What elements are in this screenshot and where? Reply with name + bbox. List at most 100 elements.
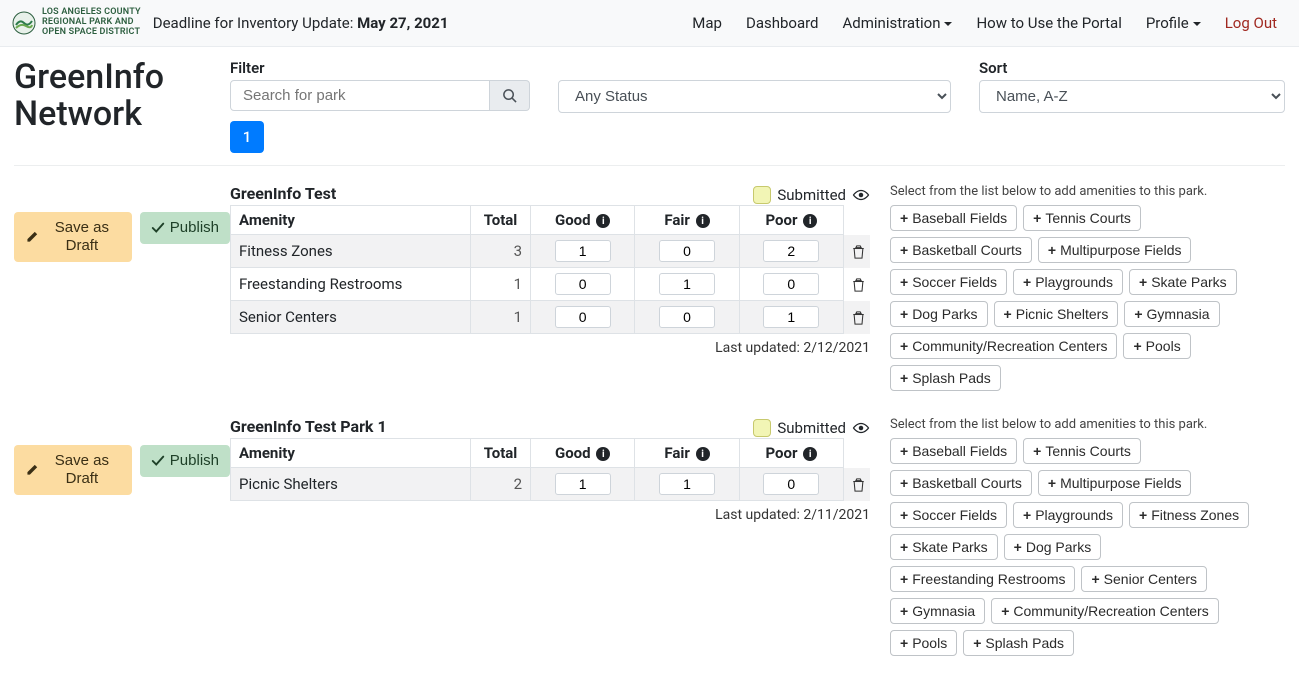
add-amenity-button[interactable]: +Multipurpose Fields <box>1038 237 1192 263</box>
col-good: Good i <box>531 206 635 235</box>
cell-delete <box>844 468 870 501</box>
save-draft-button[interactable]: Save as Draft <box>14 445 132 495</box>
nav-dashboard[interactable]: Dashboard <box>736 8 829 38</box>
add-amenity-button[interactable]: +Baseball Fields <box>890 205 1017 231</box>
add-amenity-button[interactable]: +Gymnasia <box>890 598 985 624</box>
amenity-option-label: Pools <box>912 635 947 651</box>
nav-profile[interactable]: Profile <box>1136 8 1211 38</box>
nav-admin[interactable]: Administration <box>833 8 963 38</box>
park-name: GreenInfo Test <box>230 184 336 203</box>
fair-input[interactable] <box>659 306 715 328</box>
eye-icon[interactable] <box>852 421 870 435</box>
nav-howto[interactable]: How to Use the Portal <box>966 8 1131 38</box>
amenity-option-label: Picnic Shelters <box>1016 306 1109 322</box>
trash-icon[interactable] <box>852 311 865 325</box>
plus-icon: + <box>900 275 908 289</box>
add-amenity-button[interactable]: + Pools <box>890 630 957 656</box>
good-input[interactable] <box>555 273 611 295</box>
add-amenity-button[interactable]: +Soccer Fields <box>890 269 1007 295</box>
amenity-option-label: Basketball Courts <box>912 475 1022 491</box>
add-amenity-button[interactable]: +Community/Recreation Centers <box>890 333 1117 359</box>
add-amenity-button[interactable]: +Community/Recreation Centers <box>991 598 1218 624</box>
pencil-icon <box>25 231 38 244</box>
add-amenity-button[interactable]: +Gymnasia <box>1124 301 1219 327</box>
add-amenity-button[interactable]: +Splash Pads <box>890 365 1001 391</box>
filters-row: GreenInfo Network Filter 1 <box>14 59 1285 166</box>
trash-icon[interactable] <box>852 245 865 259</box>
col-good: Good i <box>531 439 635 468</box>
add-amenity-button[interactable]: +Playgrounds <box>1013 502 1123 528</box>
amenity-option-label: Freestanding Restrooms <box>912 571 1065 587</box>
fair-input[interactable] <box>659 473 715 495</box>
poor-input[interactable] <box>763 473 819 495</box>
plus-icon: + <box>973 636 981 650</box>
sort-select[interactable]: Name, A-Z <box>979 80 1285 113</box>
add-amenity-button[interactable]: +Freestanding Restrooms <box>890 566 1075 592</box>
amenity-option-label: Dog Parks <box>912 306 977 322</box>
plus-icon: + <box>1133 339 1141 353</box>
poor-input[interactable] <box>763 273 819 295</box>
plus-icon: + <box>1139 275 1147 289</box>
plus-icon: + <box>1033 211 1041 225</box>
eye-icon[interactable] <box>852 188 870 202</box>
search-button[interactable] <box>490 80 530 111</box>
good-input[interactable] <box>555 473 611 495</box>
fair-input[interactable] <box>659 240 715 262</box>
add-amenity-button[interactable]: +Basketball Courts <box>890 470 1032 496</box>
amenity-picker: Select from the list below to add amenit… <box>870 417 1285 656</box>
add-amenity-button[interactable]: + Skate Parks <box>1129 269 1237 295</box>
add-amenity-button[interactable]: +Basketball Courts <box>890 237 1032 263</box>
add-amenity-button[interactable]: + Picnic Shelters <box>994 301 1119 327</box>
publish-button[interactable]: Publish <box>140 445 230 477</box>
add-amenity-button[interactable]: +Fitness Zones <box>1129 502 1249 528</box>
col-actions <box>844 206 870 235</box>
brand-logo[interactable]: LOS ANGELES COUNTY REGIONAL PARK AND OPE… <box>12 8 141 38</box>
good-input[interactable] <box>555 240 611 262</box>
amenity-table: AmenityTotalGood iFair iPoor iFitness Zo… <box>230 205 870 334</box>
add-amenity-button[interactable]: +Tennis Courts <box>1023 438 1141 464</box>
add-amenity-button[interactable]: +Splash Pads <box>963 630 1074 656</box>
add-amenity-button[interactable]: +Dog Parks <box>890 301 988 327</box>
amenity-option-label: Splash Pads <box>912 370 991 386</box>
page-title: GreenInfo Network <box>14 59 230 134</box>
poor-input[interactable] <box>763 240 819 262</box>
amenity-option-label: Tennis Courts <box>1045 210 1131 226</box>
add-amenity-button[interactable]: +Senior Centers <box>1081 566 1207 592</box>
save-draft-label: Save as Draft <box>43 452 121 488</box>
save-draft-label: Save as Draft <box>43 219 121 255</box>
nav-logout[interactable]: Log Out <box>1215 8 1287 38</box>
cell-total: 1 <box>471 301 531 334</box>
add-amenity-button[interactable]: +Soccer Fields <box>890 502 1007 528</box>
status-select[interactable]: Any Status <box>558 80 951 113</box>
page-number-1[interactable]: 1 <box>230 121 264 153</box>
add-amenity-button[interactable]: +Multipurpose Fields <box>1038 470 1192 496</box>
add-amenity-button[interactable]: +Baseball Fields <box>890 438 1017 464</box>
good-input[interactable] <box>555 306 611 328</box>
trash-icon[interactable] <box>852 478 865 492</box>
amenity-option-label: Skate Parks <box>1151 274 1226 290</box>
amenity-option-label: Gymnasia <box>1147 306 1210 322</box>
col-fair: Fair i <box>635 439 739 468</box>
search-input[interactable] <box>230 80 490 111</box>
add-amenity-button[interactable]: +Skate Parks <box>890 534 998 560</box>
status-filter-block: Any Status <box>558 59 951 153</box>
add-amenity-button[interactable]: +Dog Parks <box>1004 534 1102 560</box>
trash-icon[interactable] <box>852 278 865 292</box>
publish-button[interactable]: Publish <box>140 212 230 244</box>
add-amenity-button[interactable]: +Playgrounds <box>1013 269 1123 295</box>
plus-icon: + <box>1004 307 1012 321</box>
poor-input[interactable] <box>763 306 819 328</box>
nav-map[interactable]: Map <box>682 8 732 38</box>
add-amenity-button[interactable]: +Pools <box>1123 333 1190 359</box>
add-amenity-button[interactable]: + Tennis Courts <box>1023 205 1141 231</box>
fair-input[interactable] <box>659 273 715 295</box>
save-draft-button[interactable]: Save as Draft <box>14 212 132 262</box>
status-label: Submitted <box>777 186 846 204</box>
plus-icon: + <box>900 508 908 522</box>
last-updated: Last updated: 2/11/2021 <box>230 507 870 523</box>
park-row: Save as DraftPublishGreenInfo Test Park … <box>14 399 1285 664</box>
plus-icon: + <box>900 636 908 650</box>
plus-icon: + <box>1048 476 1056 490</box>
search-icon <box>502 88 517 103</box>
plus-icon: + <box>1023 275 1031 289</box>
